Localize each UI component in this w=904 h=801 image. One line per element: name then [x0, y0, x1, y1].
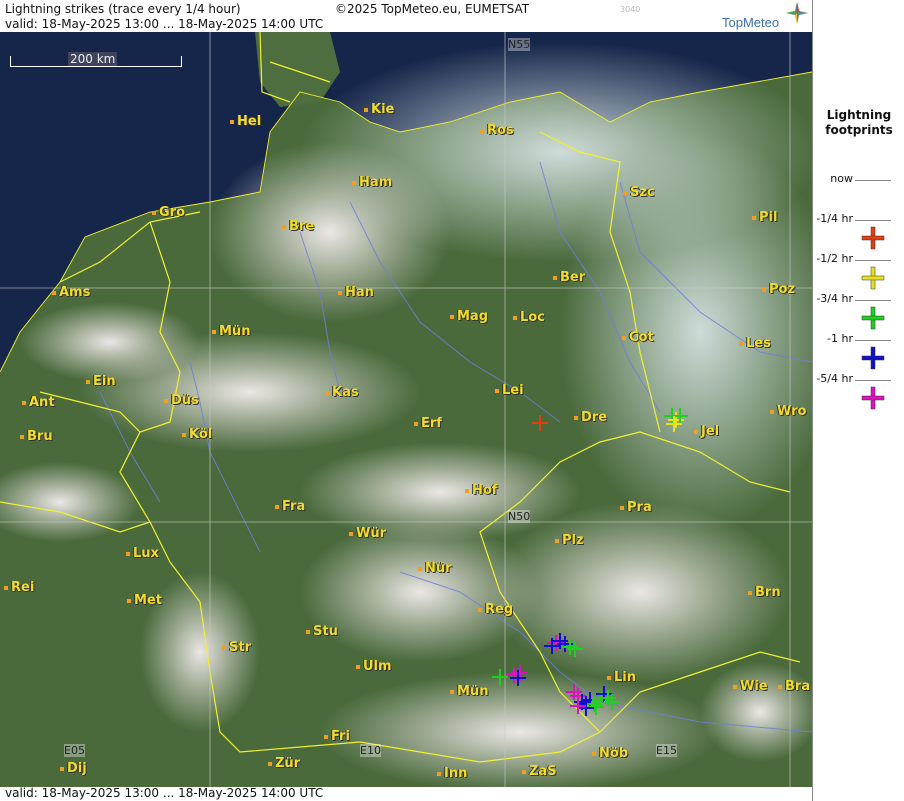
legend-title: Lightning footprints — [825, 108, 893, 137]
lightning-markers — [492, 408, 688, 716]
topmeteo-logo[interactable]: TopMeteo — [722, 2, 810, 30]
lightning-strike-mark — [566, 684, 582, 700]
legend-tick-line — [855, 380, 891, 381]
lightning-strike-mark — [492, 669, 508, 685]
legend-cross-icon — [861, 386, 885, 410]
legend-panel: Lightning footprints now -1/4 hr -1/2 hr -3… — [812, 0, 904, 801]
legend-row-label: -1/4 hr — [816, 212, 853, 225]
legend-cross-icon — [861, 266, 885, 290]
product-code: 3040 — [620, 5, 641, 14]
legend-tick-line — [855, 340, 891, 341]
legend-row-label: -1 hr — [827, 332, 853, 345]
legend-cross-icon — [861, 226, 885, 250]
lightning-strike-mark — [604, 694, 620, 710]
legend-row-label: -1/2 hr — [816, 252, 853, 265]
copyright: ©2025 TopMeteo.eu, EUMETSAT — [335, 2, 530, 16]
map-title: Lightning strikes (trace every 1/4 hour) — [5, 2, 241, 16]
footer-valid-range: valid: 18-May-2025 13:00 ... 18-May-2025… — [5, 786, 324, 800]
legend-tick-line — [855, 220, 891, 221]
legend-tick-line — [855, 260, 891, 261]
legend-row-label: -5/4 hr — [816, 372, 853, 385]
valid-range: valid: 18-May-2025 13:00 ... 18-May-2025… — [5, 17, 324, 31]
satellite-map[interactable]: 200 km N55 N50 E05 E10 E15 Hel Kie Ros H… — [0, 32, 812, 787]
lightning-strike-mark — [532, 415, 548, 431]
lightning-strike-mark — [600, 690, 616, 706]
footer: valid: 18-May-2025 13:00 ... 18-May-2025… — [0, 787, 812, 801]
compass-star-icon — [786, 2, 808, 24]
legend-row-label: -3/4 hr — [816, 292, 853, 305]
lightning-strike-mark — [668, 412, 684, 428]
logo-text: TopMeteo — [722, 15, 780, 30]
legend-cross-icon — [861, 346, 885, 370]
legend-tick-line — [855, 180, 891, 181]
legend-tick-line — [855, 300, 891, 301]
legend-cross-icon — [861, 306, 885, 330]
legend-row-label: now — [830, 172, 853, 185]
header: Lightning strikes (trace every 1/4 hour)… — [0, 0, 812, 32]
